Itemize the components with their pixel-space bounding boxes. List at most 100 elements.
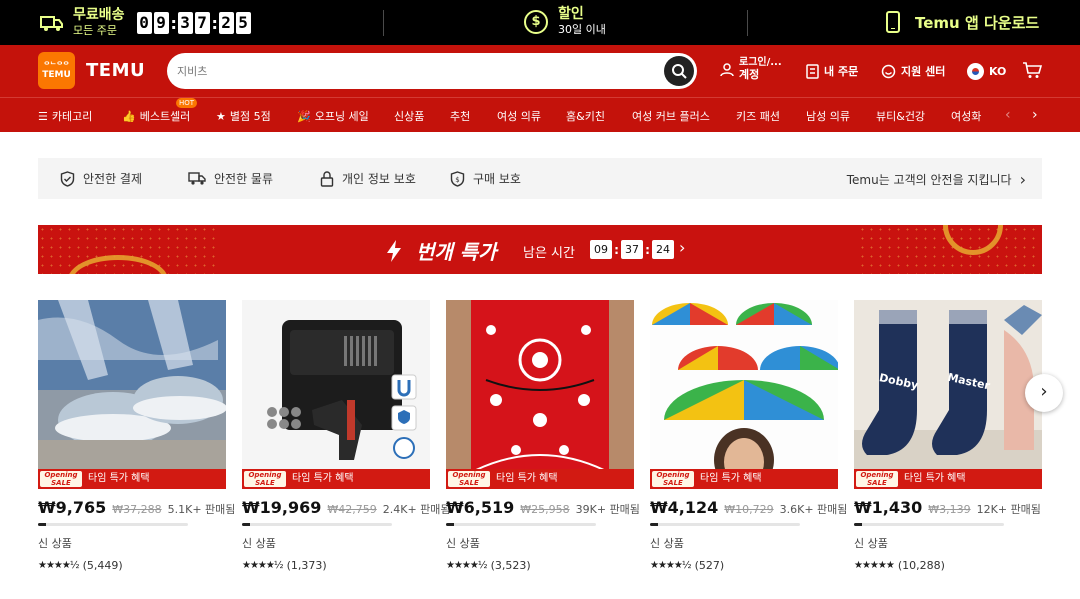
progress-fill — [38, 523, 46, 526]
my-orders-button[interactable]: 내 주문 — [806, 63, 858, 79]
search-input[interactable] — [177, 61, 657, 81]
safety-label: 안전한 물류 — [214, 172, 274, 186]
nav-item-womens-clothing[interactable]: 여성 의류 — [497, 108, 541, 124]
sale-label: 타임 특가 혜택 — [292, 473, 354, 484]
product-image[interactable]: Opening SALE 타임 특가 혜택 — [242, 300, 430, 489]
nav-next-arrow-icon[interactable]: › — [1032, 107, 1038, 123]
account-label: 계정 — [739, 68, 760, 81]
product-image[interactable]: Opening SALE 타임 특가 혜택 — [446, 300, 634, 489]
discount-title: 할인 — [558, 6, 584, 22]
safety-info-link[interactable]: Temu는 고객의 안전을 지킵니다 › — [847, 170, 1026, 189]
discount-subtitle: 30일 이내 — [558, 23, 606, 36]
star-rating-icon: ★★★★★ — [854, 560, 895, 571]
nav-item-recommended[interactable]: 추천 — [450, 108, 470, 124]
product-image[interactable]: Opening SALE 타임 특가 혜택 — [38, 300, 226, 489]
nav-item-home-kitchen[interactable]: 홈&키친 — [566, 108, 605, 124]
sale-strip: Opening SALE 타임 특가 혜택 — [446, 469, 634, 489]
support-center-button[interactable]: 지원 센터 — [881, 63, 945, 79]
sales-progress-bar — [446, 523, 596, 526]
search-bar — [167, 53, 697, 89]
new-product-tag: 신 상품 — [242, 537, 276, 550]
free-shipping-subtitle: 모든 주문 — [73, 24, 117, 37]
logo-mark-text: ᄋᄂᄋᄋ — [43, 61, 70, 69]
discount-promo[interactable]: $ 할인 30일 이내 — [524, 6, 606, 38]
login-account-button[interactable]: 로그인/... 계정 — [720, 57, 782, 82]
search-button[interactable] — [664, 56, 694, 86]
review-count: (3,523) — [490, 559, 531, 572]
nav-label: 키즈 패션 — [736, 110, 780, 123]
menu-icon: ☰ — [38, 109, 48, 123]
free-shipping-promo[interactable]: 무료배송 모든 주문 0 9 : 3 7 : 2 5 — [40, 7, 251, 39]
safety-item-purchase-protection[interactable]: $ 구매 보호 — [450, 170, 521, 187]
product-card[interactable]: Opening SALE 타임 특가 혜택 ₩9,765 ₩37,288 5.1… — [38, 300, 235, 572]
original-price: ₩10,729 — [724, 503, 774, 516]
dollar-coin-icon: $ — [524, 10, 548, 34]
cart-button[interactable] — [1022, 61, 1042, 79]
timer-digit: 0 — [136, 12, 152, 34]
nav-item-womens-curve[interactable]: 여성 커브 플러스 — [632, 108, 710, 124]
new-product-tag: 신 상품 — [446, 537, 480, 550]
product-card[interactable]: Dobby Master Opening SALE 타임 특가 혜택 ₩1,43… — [854, 300, 1042, 572]
original-price: ₩25,958 — [520, 503, 570, 516]
countdown-hours: 09 — [590, 240, 612, 259]
thumbs-up-icon: 👍 — [122, 109, 136, 123]
price: ₩19,969 — [242, 498, 322, 517]
timer-colon: : — [170, 13, 177, 33]
flash-countdown: 09 : 37 : 24 — [590, 240, 674, 259]
language-label: KO — [989, 65, 1007, 78]
product-image[interactable]: Opening SALE 타임 특가 혜택 — [650, 300, 838, 489]
app-download-label: Temu 앱 다운로드 — [915, 13, 1040, 32]
language-selector[interactable]: KO — [967, 63, 1006, 80]
safety-item-payment[interactable]: 안전한 결제 — [60, 170, 142, 187]
nav-item-mens-clothing[interactable]: 남성 의류 — [806, 108, 850, 124]
safety-label: 개인 정보 보호 — [342, 172, 416, 186]
safety-item-privacy[interactable]: 개인 정보 보호 — [320, 170, 416, 187]
sold-count: 5.1K+ 판매됨 — [167, 503, 236, 516]
product-card[interactable]: Opening SALE 타임 특가 혜택 ₩19,969 ₩42,759 2.… — [242, 300, 451, 572]
nav-label: 오프닝 세일 — [314, 110, 369, 123]
temu-logo[interactable]: ᄋᄂᄋᄋ TEMU — [38, 52, 75, 89]
timer-digit: 5 — [235, 12, 251, 34]
hot-badge: HOT — [176, 98, 198, 108]
support-center-label: 지원 센터 — [901, 65, 946, 78]
nav-label: 여성 의류 — [497, 110, 541, 123]
nav-label: 홈&키친 — [566, 110, 605, 123]
star-rating-icon: ★★★★½ — [650, 560, 692, 571]
progress-fill — [854, 523, 862, 526]
cordless-screwdriver-image — [242, 300, 430, 489]
star-rating-icon: ★★★★½ — [38, 560, 80, 571]
nav-item-womens-shoes[interactable]: 여성화 — [951, 108, 981, 124]
timer-colon: : — [614, 242, 619, 257]
original-price: ₩42,759 — [327, 503, 377, 516]
divider — [747, 10, 748, 36]
nav-item-categories[interactable]: ☰ 카테고리 — [38, 108, 92, 124]
nav-prev-arrow-icon[interactable]: ‹ — [1005, 107, 1011, 123]
flash-sale-banner[interactable]: 번개 특가 남은 시간 09 : 37 : 24 › — [38, 225, 1042, 274]
party-popper-icon: 🎉 — [297, 109, 311, 123]
nav-item-opening-sale[interactable]: 🎉 오프닝 세일 — [297, 108, 369, 124]
rating: ★★★★½ (1,373) — [242, 559, 430, 572]
nav-item-new[interactable]: 신상품 — [394, 108, 424, 124]
product-image[interactable]: Dobby Master Opening SALE 타임 특가 혜택 — [854, 300, 1042, 489]
carousel-next-button[interactable]: › — [1025, 374, 1063, 412]
price: ₩6,519 — [446, 498, 515, 517]
nav-item-five-star[interactable]: ★ 별점 5점 — [216, 108, 271, 124]
lightning-icon — [387, 239, 401, 262]
review-count: (10,288) — [897, 559, 945, 572]
smile-icon — [881, 64, 896, 78]
app-download-link[interactable]: Temu 앱 다운로드 — [886, 11, 1039, 33]
nav-item-kids-fashion[interactable]: 키즈 패션 — [736, 108, 780, 124]
nav-item-bestseller[interactable]: 👍 베스트셀러 — [122, 108, 190, 124]
safety-label: 구매 보호 — [473, 172, 521, 186]
category-nav: ☰ 카테고리 👍 베스트셀러 HOT ★ 별점 5점 🎉 오프닝 세일 신상품 … — [0, 97, 1080, 132]
flash-sale-title-text: 번개 특가 — [416, 240, 497, 264]
nav-item-beauty-health[interactable]: 뷰티&건강 — [876, 108, 925, 124]
product-card[interactable]: Opening SALE 타임 특가 혜택 ₩4,124 ₩10,729 3.6… — [650, 300, 847, 572]
product-card[interactable]: Opening SALE 타임 특가 혜택 ₩6,519 ₩25,958 39K… — [446, 300, 640, 572]
logo-wordmark[interactable]: TEMU — [86, 60, 145, 81]
timer-colon: : — [211, 13, 218, 33]
cart-icon — [1023, 62, 1042, 78]
opening-sale-badge: Opening SALE — [856, 471, 898, 487]
safety-item-logistics[interactable]: 안전한 물류 — [188, 170, 273, 187]
rating: ★★★★½ (527) — [650, 559, 838, 572]
